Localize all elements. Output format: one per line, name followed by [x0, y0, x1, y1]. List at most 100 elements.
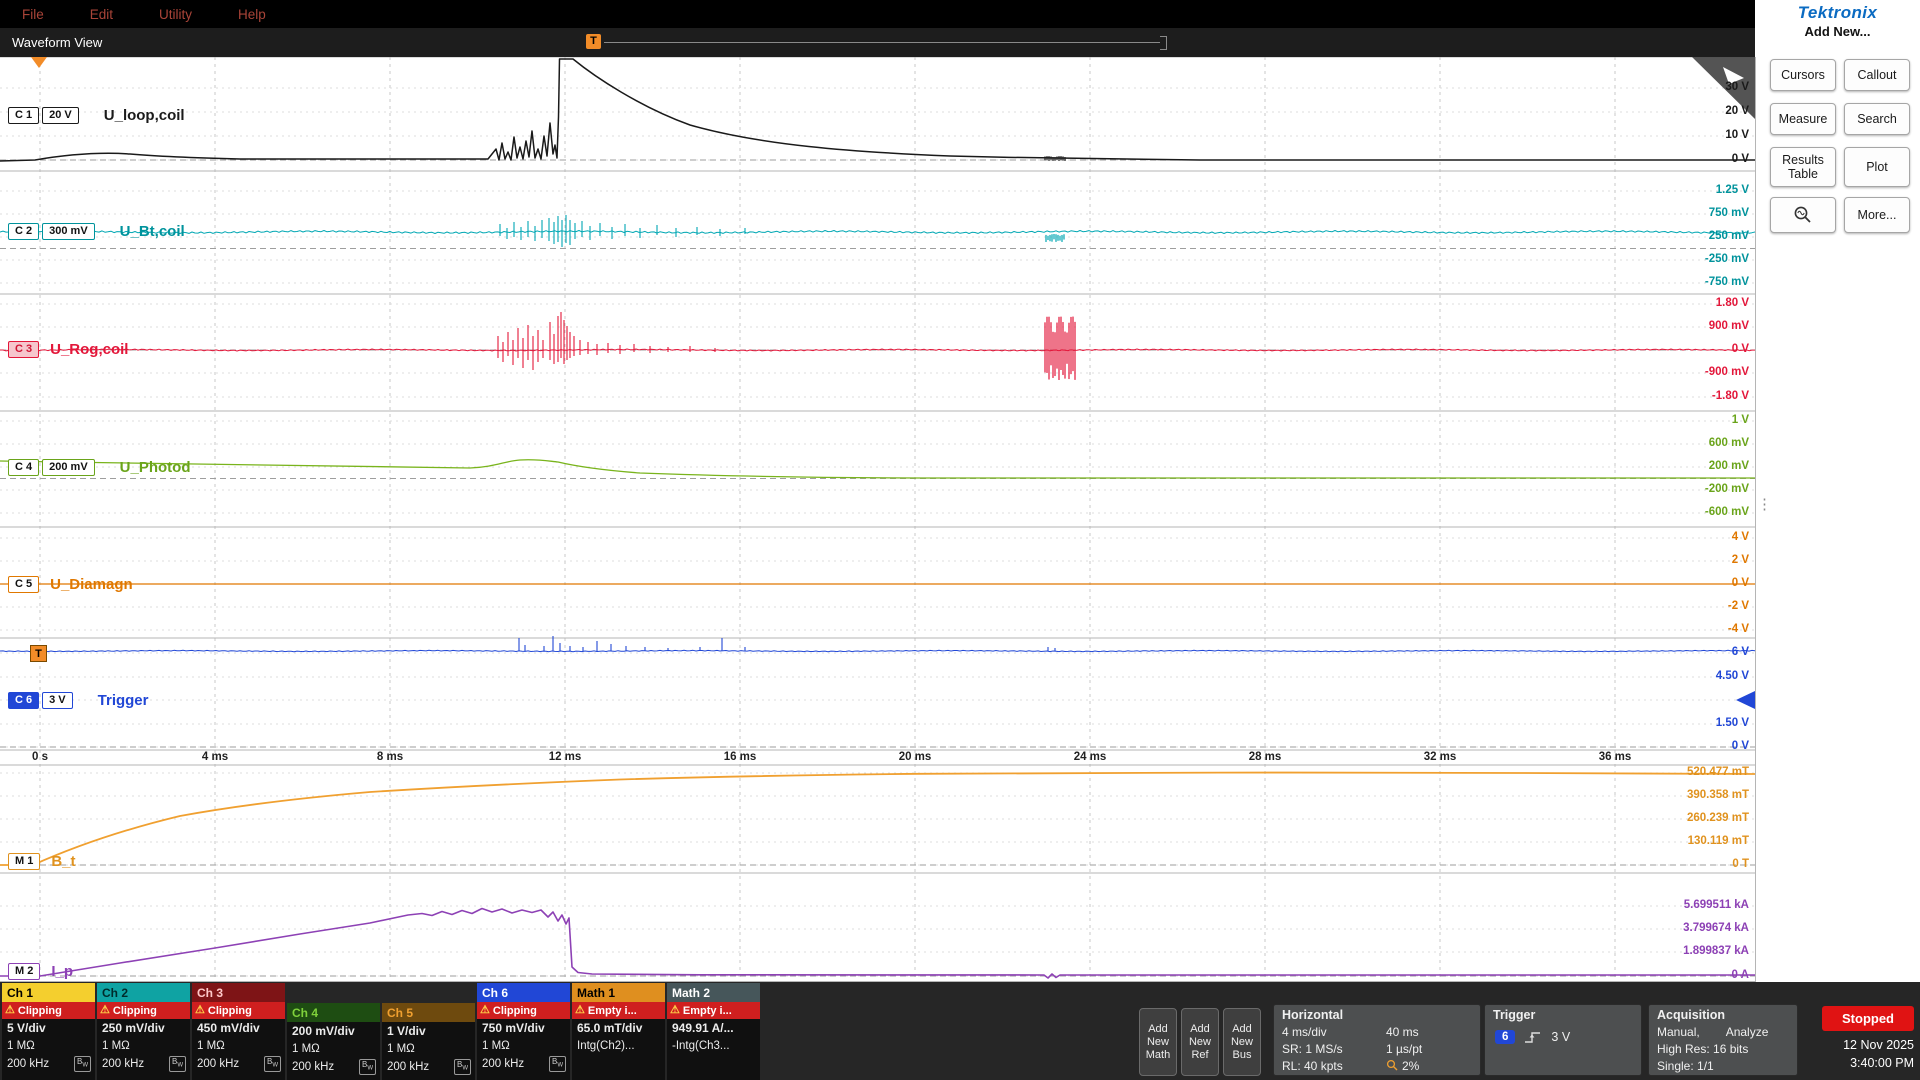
channel-chip-c2[interactable]: C 2 — [8, 222, 40, 240]
bus-label: Bus — [1232, 1048, 1252, 1061]
channel-chip-m2[interactable]: M 2 — [8, 962, 41, 980]
new-label: New — [1230, 1035, 1253, 1048]
channel-badge-c3[interactable]: C 3 U_Rog,coil — [8, 339, 128, 359]
channel-label-c3[interactable]: U_Rog,coil — [50, 341, 128, 358]
callout-button[interactable]: Callout — [1844, 59, 1910, 91]
card-row: 200 kHz BW — [97, 1055, 190, 1073]
channel-badge-c1[interactable]: C 1 20 V U_loop,coil — [8, 105, 185, 125]
waveform-view-title: Waveform View — [12, 35, 103, 50]
card-header[interactable]: Math 2 — [667, 983, 760, 1002]
channel-label-c5[interactable]: U_Diamagn — [50, 576, 133, 593]
results-table-button[interactable]: Results Table — [1770, 147, 1836, 187]
horizontal-record-length: RL: 40 kpts — [1282, 1058, 1343, 1073]
add-new-math-button[interactable]: Add New Math — [1139, 1008, 1177, 1076]
card-row: 1 V/div — [387, 1024, 426, 1038]
acquisition-title: Acquisition — [1657, 1008, 1726, 1022]
warning-icon: ⚠ — [195, 1004, 205, 1016]
zoom-corner-widget[interactable] — [1692, 57, 1755, 119]
card-header[interactable]: Ch 3 — [192, 983, 285, 1002]
menu-file[interactable]: File — [22, 7, 44, 22]
card-header[interactable]: Ch 1 — [2, 983, 95, 1002]
horizontal-window: 40 ms — [1386, 1024, 1419, 1039]
trigger-panel[interactable]: Trigger 6 3 V — [1484, 1004, 1642, 1076]
acquisition-panel[interactable]: Acquisition Manual, Analyze High Res: 16… — [1648, 1004, 1798, 1076]
add-label: Add — [1190, 1022, 1210, 1035]
add-new-bus-button[interactable]: Add New Bus — [1223, 1008, 1261, 1076]
status-time: 3:40:00 PM — [1850, 1056, 1914, 1070]
card-header[interactable]: Ch 4 — [287, 1003, 380, 1022]
card-warning-banner: ⚠ Clipping — [2, 1002, 95, 1019]
menu-help[interactable]: Help — [238, 7, 266, 22]
zoom-button[interactable] — [1770, 197, 1836, 233]
channel-badge-m1[interactable]: M 1 B_t — [8, 851, 76, 871]
card-row: 1 MΩ — [197, 1040, 225, 1052]
channel-card-math-1[interactable]: Math 1 ⚠ Empty i... 65.0 mT/div Intg(Ch2)... — [572, 983, 665, 1080]
channel-card-ch-6[interactable]: Ch 6 ⚠ Clipping 750 mV/div 1 MΩ 200 kHz BW — [477, 983, 570, 1080]
add-label: Add — [1148, 1022, 1168, 1035]
channel-label-c1[interactable]: U_loop,coil — [104, 107, 185, 124]
channel-label-c4[interactable]: U_Photod — [120, 459, 191, 476]
channel-label-c2[interactable]: U_Bt,coil — [120, 223, 185, 240]
channel-badge-c4[interactable]: C 4 200 mV U_Photod — [8, 457, 190, 477]
right-toolbar: Cursors Callout Measure Search Results T… — [1755, 57, 1920, 982]
channel-card-ch-5[interactable]: Ch 5 1 V/div 1 MΩ 200 kHz BW — [382, 1003, 475, 1080]
channel-card-ch-1[interactable]: Ch 1 ⚠ Clipping 5 V/div 1 MΩ 200 kHz BW — [2, 983, 95, 1080]
warning-icon: ⚠ — [670, 1004, 680, 1016]
card-warning-banner: ⚠ Clipping — [477, 1002, 570, 1019]
waveform-graticule[interactable] — [0, 56, 1756, 982]
add-new-ref-button[interactable]: Add New Ref — [1181, 1008, 1219, 1076]
channel-label-c6[interactable]: Trigger — [98, 692, 149, 709]
card-header[interactable]: Ch 6 — [477, 983, 570, 1002]
channel-scale-chip-c4[interactable]: 200 mV — [42, 458, 95, 476]
menu-edit[interactable]: Edit — [90, 7, 113, 22]
panel-splitter-handle[interactable]: ⋮ — [1757, 495, 1772, 513]
overview-track[interactable] — [604, 42, 1160, 43]
channel-chip-c5[interactable]: C 5 — [8, 575, 40, 593]
tektronix-logo: Tektronix — [1797, 3, 1878, 22]
channel-card-ch-3[interactable]: Ch 3 ⚠ Clipping 450 mV/div 1 MΩ 200 kHz BW — [192, 983, 285, 1080]
card-warning-banner: ⚠ Clipping — [192, 1002, 285, 1019]
warning-text: Clipping — [207, 1004, 252, 1017]
channel-card-ch-2[interactable]: Ch 2 ⚠ Clipping 250 mV/div 1 MΩ 200 kHz BW — [97, 983, 190, 1080]
trigger-position-flag[interactable]: T — [586, 34, 601, 49]
search-button[interactable]: Search — [1844, 103, 1910, 135]
menu-utility[interactable]: Utility — [159, 7, 192, 22]
horizontal-panel[interactable]: Horizontal 4 ms/div 40 ms SR: 1 MS/s 1 µ… — [1273, 1004, 1481, 1076]
expansion-point-marker[interactable] — [31, 57, 47, 68]
channel-card-ch-4[interactable]: Ch 4 200 mV/div 1 MΩ 200 kHz BW — [287, 1003, 380, 1080]
card-row: 5 V/div — [7, 1021, 46, 1035]
channel-label-m2[interactable]: I_p — [51, 963, 73, 980]
trigger-level-arrow[interactable] — [1736, 691, 1755, 709]
bandwidth-limit-icon: BW — [168, 1056, 186, 1072]
channel-badge-c6[interactable]: C 6 3 V Trigger — [8, 690, 149, 710]
run-stop-status-button[interactable]: Stopped — [1822, 1006, 1914, 1031]
channel-badge-m2[interactable]: M 2 I_p — [8, 961, 73, 981]
card-header[interactable]: Math 1 — [572, 983, 665, 1002]
bandwidth-limit-icon: BW — [453, 1059, 471, 1075]
channel-chip-c4[interactable]: C 4 — [8, 458, 40, 476]
card-header[interactable]: Ch 2 — [97, 983, 190, 1002]
measure-button[interactable]: Measure — [1770, 103, 1836, 135]
cursors-button[interactable]: Cursors — [1770, 59, 1836, 91]
channel-label-m1[interactable]: B_t — [51, 853, 75, 870]
trigger-source-badge[interactable]: T — [30, 645, 47, 662]
warning-text: Clipping — [112, 1004, 157, 1017]
channel-scale-chip-c2[interactable]: 300 mV — [42, 222, 95, 240]
more-button[interactable]: More... — [1844, 197, 1910, 233]
channel-scale-chip-c6[interactable]: 3 V — [42, 691, 73, 709]
horizontal-scale: 4 ms/div — [1282, 1024, 1327, 1039]
channel-chip-m1[interactable]: M 1 — [8, 852, 41, 870]
card-row: Intg(Ch2)... — [577, 1040, 635, 1052]
channel-card-math-2[interactable]: Math 2 ⚠ Empty i... 949.91 A/... -Intg(Ch3..… — [667, 983, 760, 1080]
card-header[interactable]: Ch 5 — [382, 1003, 475, 1022]
plot-button[interactable]: Plot — [1844, 147, 1910, 187]
channel-scale-chip-c1[interactable]: 20 V — [42, 106, 79, 124]
card-row: 200 kHz BW — [287, 1058, 380, 1076]
channel-chip-c6[interactable]: C 6 — [8, 691, 40, 709]
channel-badge-c5[interactable]: C 5 U_Diamagn — [8, 574, 133, 594]
ref-label: Ref — [1191, 1048, 1209, 1061]
channel-chip-c1[interactable]: C 1 — [8, 106, 40, 124]
channel-badge-c2[interactable]: C 2 300 mV U_Bt,coil — [8, 221, 185, 241]
channel-chip-c3[interactable]: C 3 — [8, 340, 40, 358]
bandwidth-limit-icon: BW — [358, 1059, 376, 1075]
